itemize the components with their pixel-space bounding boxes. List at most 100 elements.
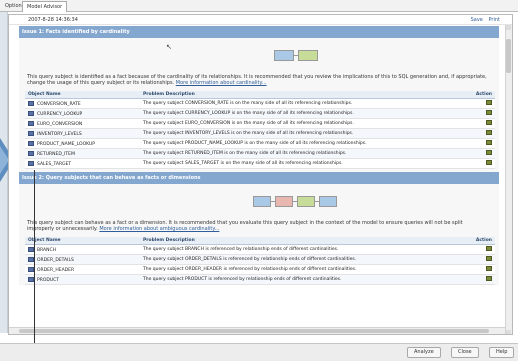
diagram-node-blue	[253, 196, 271, 207]
action-icon[interactable]	[486, 150, 492, 155]
report-links: Save Print	[467, 17, 500, 23]
table-row[interactable]: ORDER_DETAILS The query subject ORDER_DET…	[25, 254, 495, 265]
object-name-cell: PRODUCT	[25, 274, 140, 285]
issue-1-more-info-link[interactable]: More information about cardinality...	[176, 80, 267, 86]
object-name-cell: INVENTORY_LEVELS	[25, 128, 140, 139]
col-action[interactable]: Action	[455, 91, 495, 99]
issue-1-header: Issue 1: Facts identified by cardinality	[19, 26, 499, 38]
object-name: SALES_TARGET	[37, 161, 72, 167]
object-name: CURRENCY_LOOKUP	[37, 111, 83, 117]
object-name: BRANCH	[37, 247, 57, 253]
object-name: ORDER_HEADER	[37, 267, 75, 273]
table-header-row: Object Name Problem Description Action	[25, 237, 495, 245]
action-icon[interactable]	[486, 246, 492, 251]
issue-2-diagram	[25, 184, 493, 220]
action-cell	[455, 118, 495, 129]
close-button[interactable]: Close	[451, 347, 479, 358]
col-object-name[interactable]: Object Name	[25, 91, 140, 99]
action-icon[interactable]	[486, 130, 492, 135]
issue-2-header: Issue 2: Query subjects that can behave …	[19, 172, 499, 184]
vertical-scroll-thumb[interactable]	[506, 39, 511, 73]
report-timestamp: 2007-8-28 14:36:34	[28, 17, 78, 23]
diagram-node-green	[298, 50, 318, 61]
object-name-cell: ORDER_DETAILS	[25, 254, 140, 265]
issue-1-diagram: ↖	[25, 38, 493, 74]
table-row[interactable]: SALES_TARGET The query subject SALES_TARG…	[25, 158, 495, 169]
object-name-cell: PRODUCT_NAME_LOOKUP	[25, 138, 140, 149]
action-icon[interactable]	[486, 100, 492, 105]
query-subject-icon	[28, 120, 34, 126]
problem-description: The query subject ORDER_DETAILS is refer…	[140, 254, 455, 265]
query-subject-icon	[28, 130, 34, 136]
action-icon[interactable]	[486, 160, 492, 165]
issue-1-table: Object Name Problem Description Action C…	[25, 91, 495, 169]
query-subject-icon	[28, 160, 34, 166]
problem-description: The query subject RETURNED_ITEM is on th…	[140, 148, 455, 159]
object-name: INVENTORY_LEVELS	[37, 131, 82, 137]
problem-description: The query subject EURO_CONVERSION is on …	[140, 118, 455, 129]
diagram-node-blue	[274, 50, 294, 61]
issue-2-description-text: This query subject can behave as a fact …	[27, 220, 463, 232]
query-subject-icon	[28, 110, 34, 116]
vertical-scrollbar[interactable]	[505, 25, 512, 334]
object-name: ORDER_DETAILS	[37, 257, 74, 263]
horizontal-scrollbar[interactable]	[9, 327, 505, 334]
problem-description: The query subject SALES_TARGET is on the…	[140, 158, 455, 169]
action-icon[interactable]	[486, 256, 492, 261]
query-subject-icon	[28, 140, 34, 146]
action-icon[interactable]	[486, 266, 492, 271]
object-name: RETURNED_ITEM	[37, 151, 75, 157]
action-cell	[455, 274, 495, 285]
issue-1-description: This query subject is identified as a fa…	[25, 74, 493, 86]
tab-model-advisor[interactable]: Model Advisor	[22, 1, 68, 12]
query-subject-icon	[28, 100, 34, 106]
action-cell	[455, 98, 495, 109]
table-row[interactable]: ORDER_HEADER The query subject ORDER_HEAD…	[25, 264, 495, 275]
problem-description: The query subject PRODUCT_NAME_LOOKUP is…	[140, 138, 455, 149]
table-row[interactable]: CONVERSION_RATE The query subject CONVERS…	[25, 98, 495, 109]
table-row[interactable]: BRANCH The query subject BRANCH is refere…	[25, 244, 495, 255]
report-content: Issue 1: Facts identified by cardinality…	[19, 26, 499, 285]
help-button[interactable]: Help	[489, 347, 515, 358]
action-cell	[455, 148, 495, 159]
save-link[interactable]: Save	[471, 17, 483, 23]
issue-2-body: This query subject can behave as a fact …	[19, 184, 499, 285]
col-problem-description[interactable]: Problem Description	[140, 91, 455, 99]
problem-description: The query subject ORDER_HEADER is refere…	[140, 264, 455, 275]
dialog-button-bar: Analyze Close Help	[0, 343, 518, 361]
problem-description: The query subject BRANCH is referenced b…	[140, 244, 455, 255]
table-row[interactable]: EURO_CONVERSION The query subject EURO_CO…	[25, 118, 495, 129]
diagram-node-red	[275, 196, 293, 207]
callout-line	[34, 170, 35, 361]
col-object-name[interactable]: Object Name	[25, 237, 140, 245]
table-header-row: Object Name Problem Description Action	[25, 91, 495, 99]
action-icon[interactable]	[486, 140, 492, 145]
object-name: PRODUCT_NAME_LOOKUP	[37, 141, 95, 147]
col-problem-description[interactable]: Problem Description	[140, 237, 455, 245]
object-name-cell: ORDER_HEADER	[25, 264, 140, 275]
analyze-button[interactable]: Analyze	[407, 347, 441, 358]
action-icon[interactable]	[486, 276, 492, 281]
table-row[interactable]: INVENTORY_LEVELS The query subject INVENT…	[25, 128, 495, 139]
table-row[interactable]: CURRENCY_LOOKUP The query subject CURRENC…	[25, 108, 495, 119]
table-row[interactable]: PRODUCT_NAME_LOOKUP The query subject PRO…	[25, 138, 495, 149]
action-cell	[455, 264, 495, 275]
action-cell	[455, 254, 495, 265]
col-action[interactable]: Action	[455, 237, 495, 245]
scroll-down-icon[interactable]	[506, 330, 511, 334]
table-row[interactable]: PRODUCT The query subject PRODUCT is refe…	[25, 274, 495, 285]
scroll-up-icon[interactable]	[506, 25, 511, 30]
horizontal-scroll-thumb[interactable]	[19, 329, 489, 333]
issue-2-more-info-link[interactable]: More information about ambiguous cardina…	[99, 226, 219, 232]
object-name-cell: EURO_CONVERSION	[25, 118, 140, 129]
action-icon[interactable]	[486, 110, 492, 115]
print-link[interactable]: Print	[488, 17, 500, 23]
issue-2-description: This query subject can behave as a fact …	[25, 220, 493, 232]
problem-description: The query subject INVENTORY_LEVELS is on…	[140, 128, 455, 139]
object-name: CONVERSION_RATE	[37, 101, 81, 107]
mouse-cursor-icon: ↖	[166, 43, 172, 51]
action-icon[interactable]	[486, 120, 492, 125]
table-row[interactable]: RETURNED_ITEM The query subject RETURNED_…	[25, 148, 495, 159]
model-advisor-report: 2007-8-28 14:36:34 Save Print Issue 1: F…	[8, 14, 513, 335]
problem-description: The query subject PRODUCT is referenced …	[140, 274, 455, 285]
